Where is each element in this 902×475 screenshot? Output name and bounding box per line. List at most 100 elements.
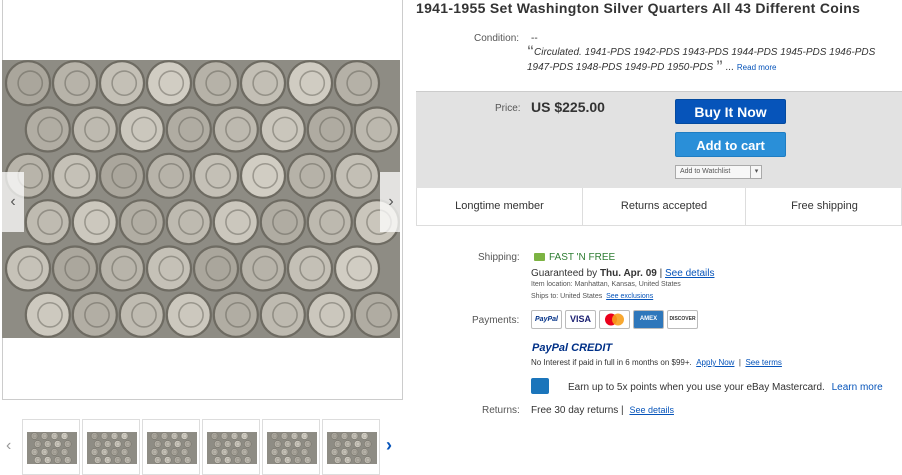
- thumbnail[interactable]: [82, 419, 140, 475]
- badge-returns-accepted: Returns accepted: [582, 188, 746, 225]
- condition-ellipsis: ...: [725, 62, 735, 73]
- coin: [98, 245, 146, 292]
- thumbnail[interactable]: [22, 419, 80, 475]
- coin: [165, 291, 212, 338]
- shipping-see-details-link[interactable]: See details: [665, 268, 714, 279]
- coin: [192, 245, 240, 292]
- coin: [259, 106, 306, 153]
- gallery-prev-button[interactable]: ‹: [2, 172, 24, 232]
- coin: [118, 199, 165, 246]
- ebay-mastercard-icon: [531, 378, 549, 394]
- coin: [24, 106, 71, 153]
- coin: [118, 106, 165, 153]
- read-more-link[interactable]: Read more: [737, 63, 777, 72]
- item-location: Item location: Manhattan, Kansas, United…: [531, 281, 681, 288]
- ships-to: Ships to: United States See exclusions: [531, 293, 653, 300]
- visa-logo-icon: VISA: [565, 310, 596, 329]
- badge-longtime-member: Longtime member: [455, 200, 544, 212]
- thumb-prev-icon[interactable]: ‹: [6, 437, 11, 455]
- coin: [353, 291, 400, 338]
- coin: [51, 245, 99, 292]
- returns-value: Free 30 day returns | See details: [531, 405, 674, 416]
- see-terms-link[interactable]: See terms: [745, 358, 781, 367]
- thumbnail-strip: ‹ ›: [2, 417, 402, 475]
- price-value: US $225.00: [531, 99, 605, 115]
- coin: [98, 152, 146, 199]
- coin: [353, 106, 400, 153]
- listing-title: 1941-1955 Set Washington Silver Quarters…: [416, 0, 861, 16]
- gallery-next-button[interactable]: ›: [380, 172, 402, 232]
- fast-n-free: FAST 'N FREE: [534, 252, 615, 263]
- add-to-watchlist-button[interactable]: Add to Watchlist ▾: [675, 165, 762, 179]
- coin: [239, 152, 287, 199]
- watchlist-label: Add to Watchlist: [680, 168, 731, 175]
- coin: [145, 245, 193, 292]
- separator: |: [738, 358, 741, 367]
- credit-word: CREDIT: [571, 342, 613, 354]
- coin: [212, 199, 259, 246]
- coin: [306, 199, 353, 246]
- thumbnail[interactable]: [262, 419, 320, 475]
- coin: [165, 199, 212, 246]
- payment-logos: PayPal VISA AMEX DISCOVER: [531, 310, 701, 330]
- coin: [286, 152, 334, 199]
- coin: [4, 60, 52, 107]
- add-to-cart-button[interactable]: Add to cart: [675, 132, 786, 157]
- ships-to-text: Ships to: United States: [531, 293, 603, 300]
- returns-label: Returns:: [482, 405, 520, 416]
- earn-points-text: Earn up to 5x points when you use your e…: [568, 382, 825, 393]
- coin: [24, 199, 71, 246]
- coin: [212, 106, 259, 153]
- coin: [145, 60, 193, 107]
- coin: [212, 291, 259, 338]
- learn-more-link[interactable]: Learn more: [832, 382, 883, 393]
- price-box: [416, 91, 902, 188]
- coin: [145, 152, 193, 199]
- coin: [98, 60, 146, 107]
- coin: [306, 106, 353, 153]
- apply-now-link[interactable]: Apply Now: [696, 358, 734, 367]
- coin: [165, 106, 212, 153]
- coin: [71, 106, 118, 153]
- no-interest-offer: No Interest if paid in full in 6 months …: [531, 358, 782, 367]
- coin: [71, 291, 118, 338]
- coin: [286, 60, 334, 107]
- discover-logo-icon: DISCOVER: [667, 310, 698, 329]
- no-interest-text: No Interest if paid in full in 6 months …: [531, 358, 692, 367]
- payments-label: Payments:: [472, 315, 520, 326]
- coin: [333, 152, 381, 199]
- price-label: Price:: [495, 103, 521, 114]
- condition-text: Circulated. 1941-PDS 1942-PDS 1943-PDS 1…: [527, 47, 876, 73]
- condition-description: “Circulated. 1941-PDS 1942-PDS 1943-PDS …: [527, 43, 899, 74]
- condition-label: Condition:: [474, 33, 520, 44]
- coin: [239, 245, 287, 292]
- chevron-down-icon[interactable]: ▾: [750, 166, 762, 178]
- coin: [333, 245, 381, 292]
- thumbnail[interactable]: [322, 419, 380, 475]
- thumbnail[interactable]: [142, 419, 200, 475]
- separator: |: [659, 268, 663, 279]
- returns-text: Free 30 day returns |: [531, 405, 624, 416]
- coin: [51, 152, 99, 199]
- coin: [239, 60, 287, 107]
- truck-icon: [534, 253, 545, 261]
- paypal-logo-icon: PayPal: [531, 310, 562, 329]
- close-quote: ”: [716, 57, 723, 73]
- coin: [259, 199, 306, 246]
- coin: [259, 291, 306, 338]
- coins-photo: [4, 60, 400, 338]
- coin: [306, 291, 353, 338]
- coin: [51, 60, 99, 107]
- thumb-next-icon[interactable]: ›: [386, 435, 392, 456]
- badge-free-shipping: Free shipping: [791, 200, 858, 212]
- buy-it-now-button[interactable]: Buy It Now: [675, 99, 786, 124]
- coin: [333, 60, 381, 107]
- see-exclusions-link[interactable]: See exclusions: [606, 293, 653, 300]
- thumbnail[interactable]: [202, 419, 260, 475]
- listing-page: ‹ › ‹ › 1941-1955 Set Washington Silver …: [0, 0, 902, 475]
- fast-n-free-text: FAST 'N FREE: [549, 252, 616, 263]
- main-product-photo[interactable]: [2, 60, 400, 338]
- returns-see-details-link[interactable]: See details: [629, 405, 674, 415]
- guaranteed-date: Thu. Apr. 09: [599, 268, 657, 279]
- coin: [192, 60, 240, 107]
